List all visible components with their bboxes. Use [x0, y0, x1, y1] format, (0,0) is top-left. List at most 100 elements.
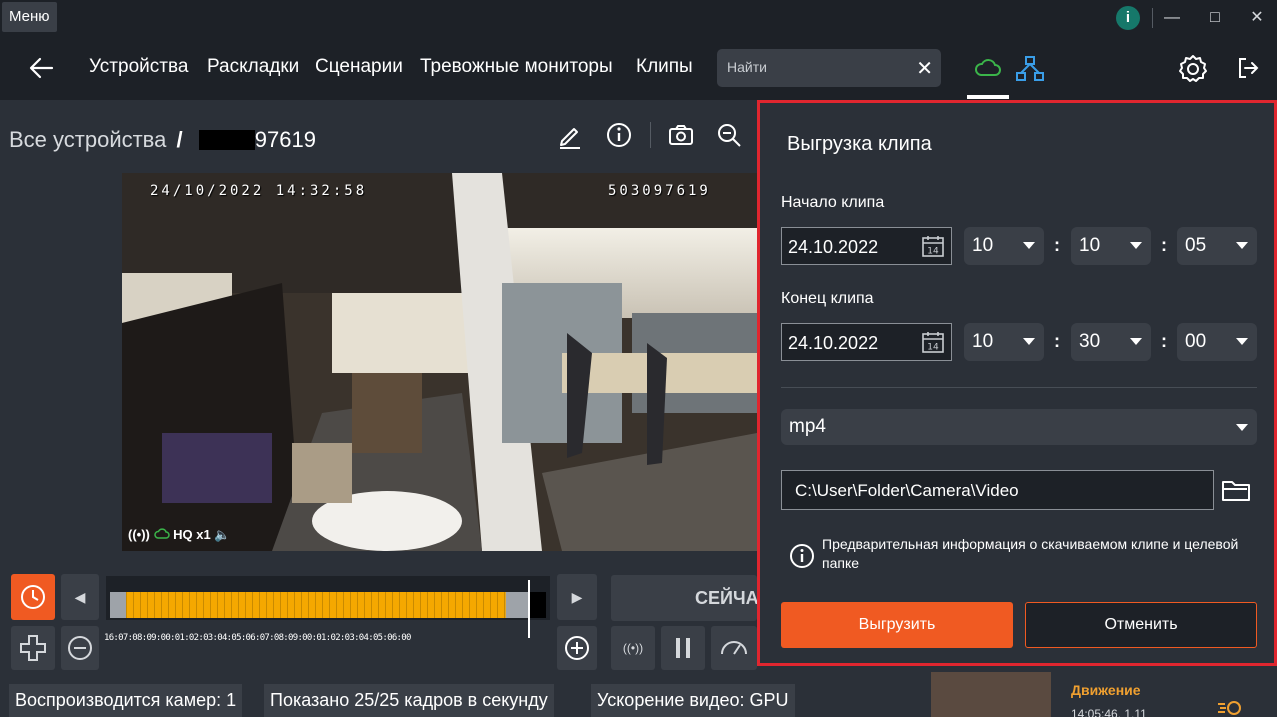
network-icon[interactable]	[1015, 56, 1045, 82]
edit-pencil-icon[interactable]	[557, 121, 583, 149]
timeline-segment	[245, 592, 246, 618]
search-box[interactable]: Найти ✕	[717, 49, 941, 87]
start-second-select[interactable]: 05	[1177, 227, 1257, 265]
end-hour-select[interactable]: 10	[964, 323, 1044, 361]
start-date-field[interactable]: 24.10.2022 14	[781, 227, 952, 265]
status-cameras-playing: Воспроизводится камер: 1	[9, 684, 243, 717]
plus-circle-icon	[565, 636, 589, 660]
timeline-segment	[483, 592, 484, 618]
event-time: 14:05:46, 1.11	[1071, 707, 1147, 717]
event-type: Движение	[1071, 682, 1141, 698]
dialog-title: Выгрузка клипа	[787, 133, 932, 155]
camera-video-view[interactable]: 24/10/2022 14:32:58 503097619 ((•)) HQ x…	[122, 173, 757, 551]
timeline-segment	[385, 592, 386, 618]
folder-browse-icon[interactable]	[1221, 477, 1253, 503]
timeline-prev-button[interactable]: ◀	[61, 574, 99, 620]
camera-frame-image	[122, 173, 757, 551]
minus-circle-icon	[68, 636, 92, 660]
info-badge-icon[interactable]: i	[1116, 6, 1140, 30]
tab-cloud[interactable]	[968, 50, 1008, 100]
time-colon: :	[1054, 331, 1060, 351]
calendar-icon[interactable]: 14	[921, 234, 945, 258]
clock-icon	[21, 585, 45, 609]
timeline-next-button[interactable]: ▶	[557, 574, 597, 620]
zoom-out-timeline-button[interactable]	[61, 626, 99, 670]
format-select[interactable]: mp4	[781, 409, 1257, 445]
nav-item-alarm-monitors[interactable]: Тревожные мониторы	[420, 56, 613, 78]
timeline-ticks: 16:07:08:09:00:01:02:03:04:05:06:07:08:0…	[104, 633, 411, 643]
device-info-icon[interactable]	[605, 121, 633, 149]
nav-item-layouts[interactable]: Раскладки	[207, 56, 299, 78]
minimize-button[interactable]: —	[1158, 4, 1186, 32]
end-second-value: 00	[1185, 331, 1207, 352]
timeline-bar[interactable]	[106, 576, 550, 638]
export-button[interactable]: Выгрузить	[781, 602, 1013, 648]
timeline-segment	[350, 592, 351, 618]
end-date-field[interactable]: 24.10.2022 14	[781, 323, 952, 361]
timeline-segment	[427, 592, 428, 618]
end-minute-select[interactable]: 30	[1071, 323, 1151, 361]
timeline-segment	[126, 592, 127, 618]
snapshot-camera-icon[interactable]	[667, 121, 695, 149]
pause-button[interactable]	[661, 626, 705, 670]
timeline-segment	[266, 592, 267, 618]
calendar-icon[interactable]: 14	[921, 330, 945, 354]
breadcrumb-root[interactable]: Все устройства	[9, 127, 166, 152]
zoom-in-timeline-button[interactable]	[11, 626, 55, 670]
status-fps: Показано 25/25 кадров в секунду	[264, 684, 554, 717]
timeline-segment	[182, 592, 183, 618]
search-input[interactable]: Найти	[727, 59, 767, 75]
settings-gear-icon[interactable]	[1177, 53, 1209, 85]
nav-item-clips[interactable]: Клипы	[636, 56, 693, 78]
svg-text:14: 14	[927, 343, 939, 353]
cloud-status-icon	[153, 528, 170, 539]
volume-icon[interactable]: 🔈	[214, 527, 230, 542]
nav-bar: Устройства Раскладки Сценарии Тревожные …	[0, 36, 1277, 100]
dialog-divider	[781, 387, 1257, 388]
timeline-playhead[interactable]	[528, 580, 530, 638]
back-arrow-icon[interactable]	[26, 54, 56, 82]
timeline-segment	[357, 592, 358, 618]
timeline-segment	[434, 592, 435, 618]
timeline-segment	[469, 592, 470, 618]
save-path-field[interactable]: C:\User\Folder\Camera\Video	[781, 470, 1214, 510]
timeline-segment	[462, 592, 463, 618]
start-minute-select[interactable]: 10	[1071, 227, 1151, 265]
end-hour-value: 10	[972, 331, 994, 352]
close-button[interactable]: ✕	[1243, 4, 1271, 32]
start-hour-value: 10	[972, 235, 994, 256]
live-broadcast-button[interactable]: ((•))	[611, 626, 655, 670]
timeline-segment	[392, 592, 393, 618]
timeline-segment	[308, 592, 309, 618]
broadcast-icon: ((•))	[128, 527, 150, 542]
timeline-segment	[420, 592, 421, 618]
start-second-value: 05	[1185, 235, 1207, 256]
cancel-button[interactable]: Отменить	[1025, 602, 1257, 648]
now-button[interactable]: СЕЙЧАС	[611, 575, 757, 621]
timeline-segment	[448, 592, 449, 618]
timeline-segment	[175, 592, 176, 618]
svg-text:14: 14	[927, 247, 939, 257]
start-minute-value: 10	[1079, 235, 1101, 256]
clock-button[interactable]	[11, 574, 55, 620]
timeline-segment	[231, 592, 232, 618]
nav-item-devices[interactable]: Устройства	[89, 56, 188, 78]
search-clear-icon[interactable]: ✕	[916, 56, 933, 81]
time-colon: :	[1161, 235, 1167, 255]
add-bookmark-button[interactable]	[557, 626, 597, 670]
export-clip-dialog: Выгрузка клипа Начало клипа 24.10.2022 1…	[757, 100, 1277, 666]
timeline-segment	[371, 592, 372, 618]
menu-button[interactable]: Меню	[2, 2, 57, 32]
zoom-out-icon[interactable]	[715, 121, 743, 149]
logout-icon[interactable]	[1236, 56, 1260, 80]
event-thumbnail[interactable]	[931, 672, 1051, 717]
maximize-button[interactable]: □	[1201, 4, 1229, 32]
end-second-select[interactable]: 00	[1177, 323, 1257, 361]
speed-button[interactable]	[711, 626, 757, 670]
start-hour-select[interactable]: 10	[964, 227, 1044, 265]
osd-datetime: 24/10/2022 14:32:58	[150, 183, 368, 199]
nav-item-scenarios[interactable]: Сценарии	[315, 56, 403, 78]
chevron-down-icon	[1130, 242, 1142, 249]
info-icon	[790, 544, 814, 568]
timeline-segment	[273, 592, 274, 618]
